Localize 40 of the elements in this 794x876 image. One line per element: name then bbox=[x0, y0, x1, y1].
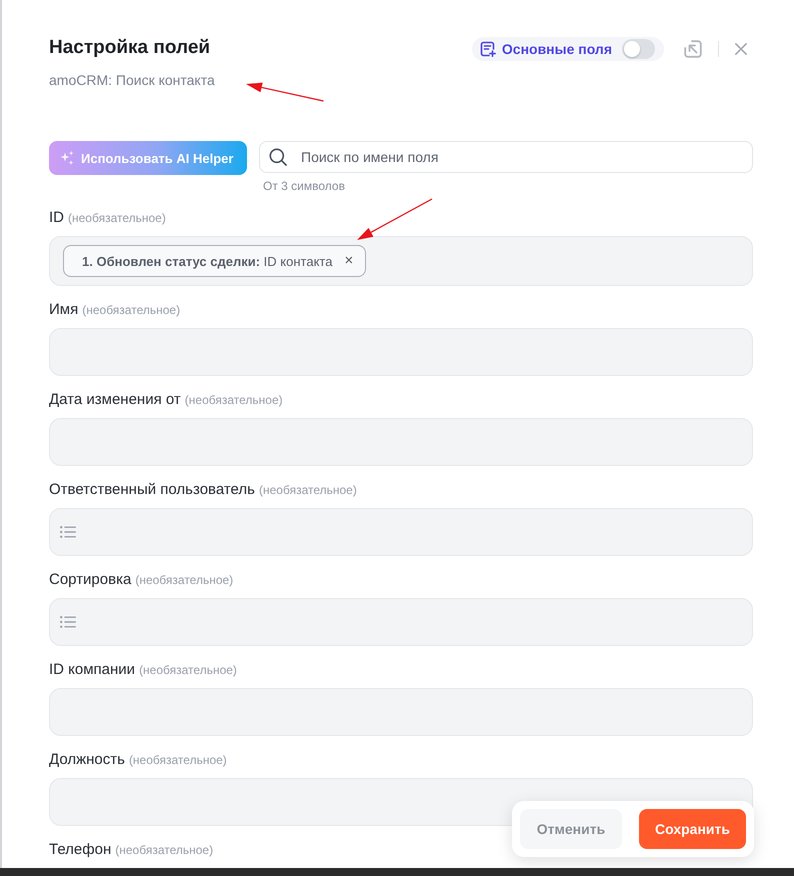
toggle-label: Основные поля bbox=[502, 40, 612, 58]
optional-note: (необязательное) bbox=[128, 752, 227, 769]
dialog-title: Настройка полей bbox=[49, 36, 212, 60]
input-field[interactable] bbox=[49, 328, 753, 376]
input-field[interactable] bbox=[49, 418, 753, 466]
list-icon bbox=[60, 526, 76, 538]
chip-remove-button[interactable]: × bbox=[344, 253, 354, 269]
toggle-switch[interactable] bbox=[622, 39, 655, 59]
sparkle-icon bbox=[59, 150, 75, 166]
field-label: Сортировка bbox=[49, 570, 132, 590]
input-field[interactable]: 1. Обновлен статус сделки: ID контакта × bbox=[49, 236, 753, 286]
list-icon bbox=[60, 616, 76, 628]
optional-note: (необязательное) bbox=[135, 572, 234, 589]
field-label: Дата изменения от bbox=[49, 390, 181, 410]
field-label: Ответственный пользователь bbox=[49, 480, 255, 500]
field-label: Телефон bbox=[49, 840, 112, 860]
chip-text: 1. Обновлен статус сделки: ID контакта bbox=[82, 254, 332, 268]
field-label: ID компании bbox=[49, 660, 136, 680]
select-field[interactable] bbox=[49, 598, 753, 646]
cancel-button[interactable]: Отменить bbox=[520, 809, 622, 849]
field-label: Имя bbox=[49, 300, 78, 320]
field-label: ID bbox=[49, 208, 64, 228]
optional-note: (необязательное) bbox=[115, 842, 214, 859]
search-hint: От 3 символов bbox=[263, 178, 345, 194]
close-icon[interactable] bbox=[735, 43, 747, 55]
optional-note: (необязательное) bbox=[139, 662, 237, 679]
select-field[interactable] bbox=[49, 508, 753, 556]
save-button[interactable]: Сохранить bbox=[639, 809, 746, 849]
optional-note: (необязательное) bbox=[184, 392, 283, 409]
field-label: Должность bbox=[49, 750, 125, 770]
optional-note: (необязательное) bbox=[68, 210, 166, 227]
optional-note: (необязательное) bbox=[82, 302, 180, 319]
optional-note: (необязательное) bbox=[258, 482, 357, 499]
dialog-subtitle: amoCRM: Поиск контакта bbox=[49, 71, 215, 90]
search-field[interactable]: Поиск по имени поля bbox=[259, 141, 753, 173]
input-field[interactable] bbox=[49, 688, 753, 736]
ai-helper-button[interactable]: Использовать AI Helper bbox=[49, 141, 247, 175]
square-arrow-icon[interactable] bbox=[684, 40, 702, 58]
search-icon bbox=[269, 148, 287, 166]
document-plus-icon bbox=[480, 41, 496, 57]
